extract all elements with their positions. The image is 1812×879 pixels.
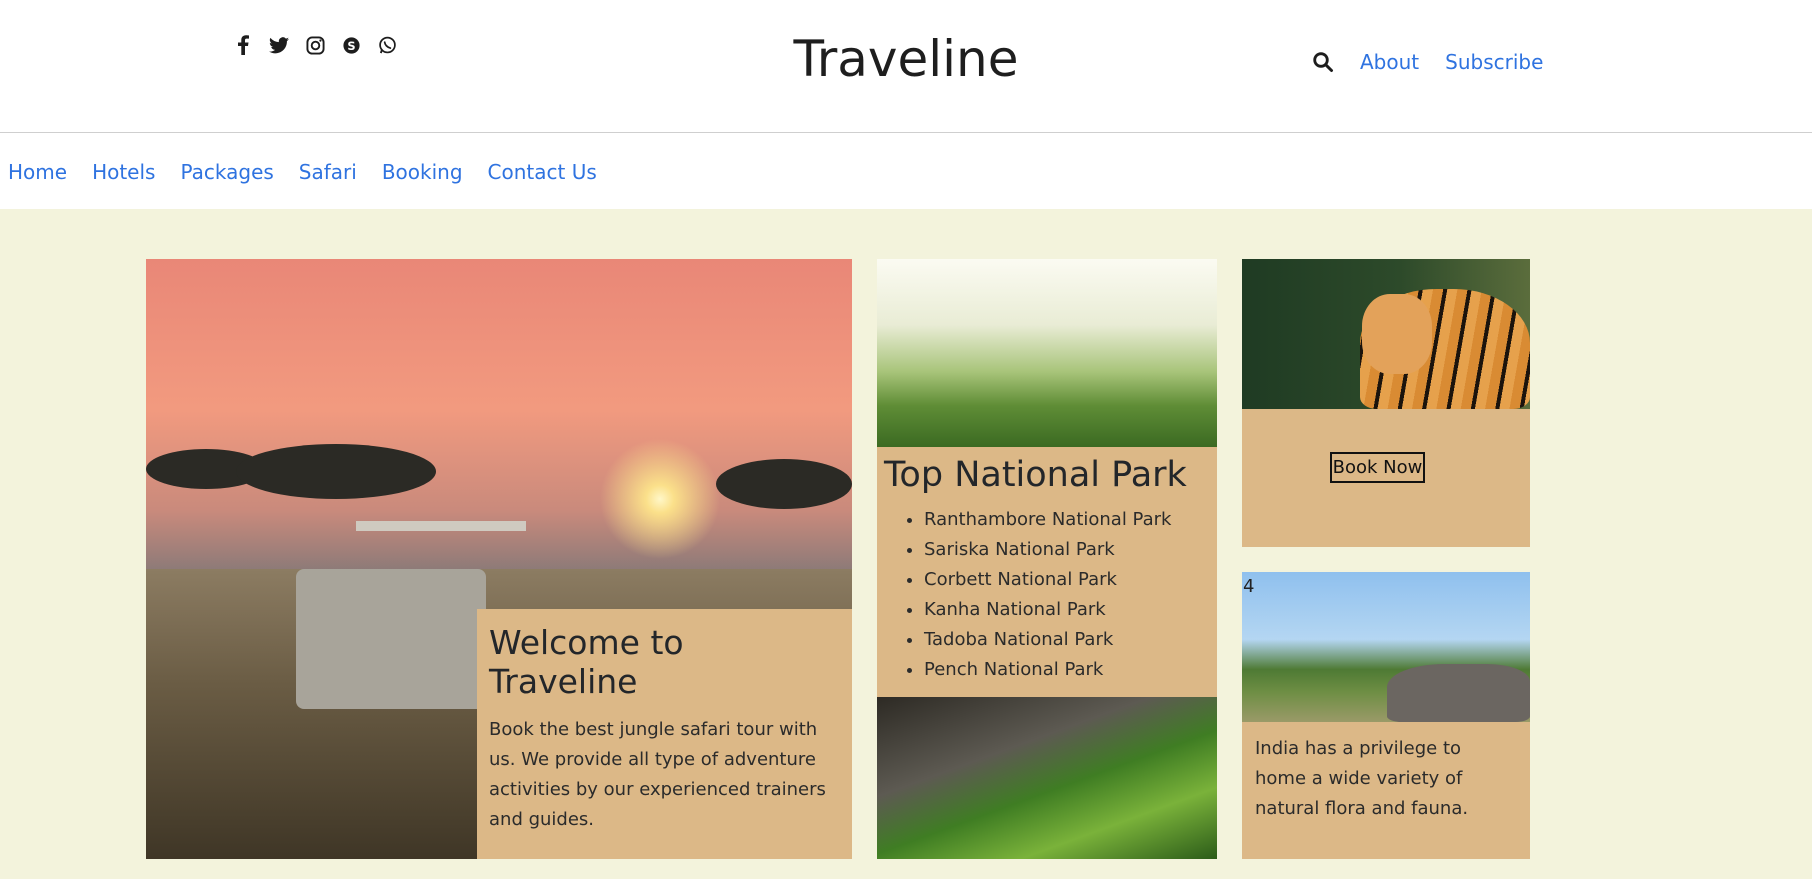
welcome-title: Welcome to Traveline: [489, 623, 684, 701]
forest-stream-image: [877, 697, 1217, 859]
main-content: Welcome to Traveline Book the best jungl…: [0, 209, 1812, 879]
hero-safari-image: Welcome to Traveline Book the best jungl…: [146, 259, 852, 859]
jeep-roof: [356, 521, 526, 531]
nav-packages[interactable]: Packages: [180, 160, 273, 184]
nav-booking[interactable]: Booking: [382, 160, 463, 184]
list-item: Corbett National Park: [924, 565, 1210, 595]
list-item: Pench National Park: [924, 655, 1210, 685]
main-nav: Home Hotels Packages Safari Booking Cont…: [0, 134, 1812, 209]
wildlife-card: India has a privilege to home a wide var…: [1242, 722, 1530, 859]
site-header: S Traveline About Subscribe: [0, 0, 1812, 133]
nav-hotels[interactable]: Hotels: [92, 160, 155, 184]
tree-silhouette: [236, 444, 436, 499]
about-link[interactable]: About: [1360, 50, 1419, 74]
elephant-figure: [1387, 664, 1530, 722]
list-item: Sariska National Park: [924, 535, 1210, 565]
elephant-image: 4: [1242, 572, 1530, 722]
wildlife-text: India has a privilege to home a wide var…: [1255, 738, 1469, 819]
welcome-card: Welcome to Traveline Book the best jungl…: [477, 609, 852, 859]
image-badge: 4: [1243, 576, 1255, 597]
parks-list: Ranthambore National Park Sariska Nation…: [884, 505, 1210, 685]
book-now-button[interactable]: Book Now: [1330, 452, 1425, 483]
list-item: Ranthambore National Park: [924, 505, 1210, 535]
search-icon[interactable]: [1312, 51, 1334, 73]
nav-safari[interactable]: Safari: [299, 160, 357, 184]
subscribe-link[interactable]: Subscribe: [1445, 50, 1543, 74]
national-parks-card: Top National Park Ranthambore National P…: [877, 447, 1217, 697]
list-item: Tadoba National Park: [924, 625, 1210, 655]
parks-title: Top National Park: [884, 455, 1187, 495]
forest-image: [877, 259, 1217, 447]
nav-home[interactable]: Home: [8, 160, 67, 184]
tiger-head: [1362, 294, 1432, 374]
nav-contact-us[interactable]: Contact Us: [488, 160, 597, 184]
tree-silhouette: [716, 459, 852, 509]
header-links: About Subscribe: [1312, 50, 1543, 74]
tiger-image: [1242, 259, 1530, 409]
booking-card: Book Now: [1242, 409, 1530, 547]
list-item: Kanha National Park: [924, 595, 1210, 625]
welcome-text: Book the best jungle safari tour with us…: [489, 719, 826, 830]
safari-jeep: [296, 569, 486, 709]
